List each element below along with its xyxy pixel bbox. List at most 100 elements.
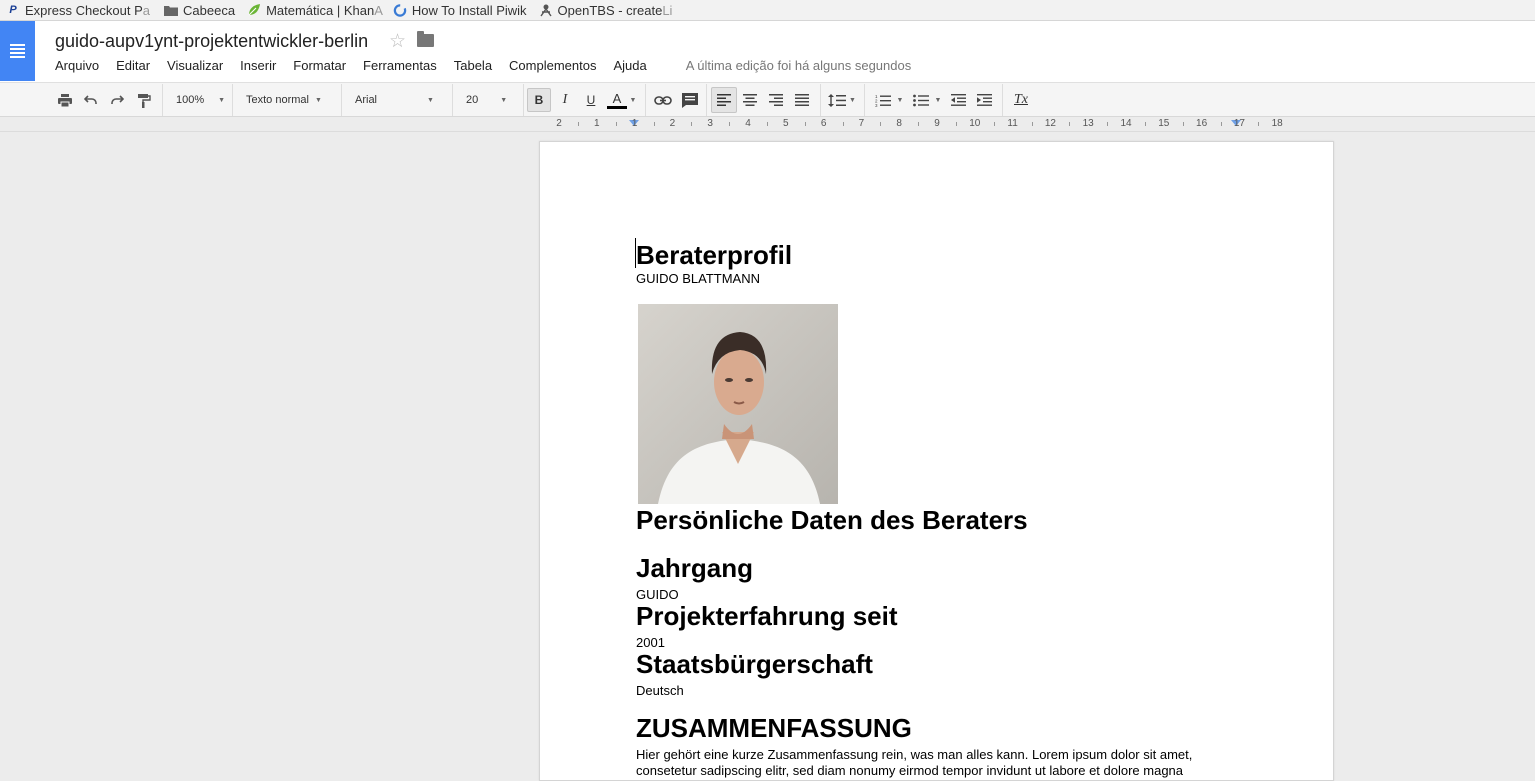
ruler-tick	[955, 122, 957, 126]
doc-title: Beraterprofil	[636, 240, 793, 270]
menu-tabela[interactable]: Tabela	[454, 58, 492, 73]
text-color-letter: A	[612, 90, 622, 106]
ruler-number: 1	[631, 118, 638, 129]
underline-button[interactable]: U	[582, 83, 600, 117]
menu-editar[interactable]: Editar	[116, 58, 150, 73]
field-label-staatsbuergerschaft: Staatsbürgerschaft	[636, 649, 873, 679]
clear-formatting-icon[interactable]: Tx	[1010, 83, 1032, 117]
bulleted-list-icon[interactable]: ▼	[910, 83, 944, 117]
ruler-tick	[804, 122, 806, 126]
comment-icon[interactable]	[680, 83, 700, 117]
ruler-tick	[993, 122, 995, 126]
font-select[interactable]: Arial ▼	[355, 83, 445, 117]
ruler-number: 16	[1196, 118, 1208, 129]
ruler-tick	[880, 122, 882, 126]
clear-formatting-label: Tx	[1014, 92, 1028, 107]
menu-complementos[interactable]: Complementos	[509, 58, 596, 73]
print-icon[interactable]	[55, 83, 75, 117]
ruler-number: 15	[1158, 118, 1170, 129]
field-label-jahrgang: Jahrgang	[636, 553, 754, 583]
text-color-button[interactable]: A	[606, 83, 628, 117]
italic-button[interactable]: I	[556, 83, 574, 117]
docs-logo-icon[interactable]	[0, 21, 35, 81]
ruler-number: 11	[1007, 118, 1018, 129]
ruler-tick	[615, 122, 617, 126]
ruler-tick	[1031, 122, 1033, 126]
summary-line-2: consetetur sadipscing elitr, sed diam no…	[636, 763, 1184, 778]
bookmarks-bar: P Express Checkout Pa Cabeeca Matemática…	[0, 0, 1535, 21]
align-left-button[interactable]	[711, 87, 737, 113]
numbered-list-icon[interactable]: 123 ▼	[872, 83, 906, 117]
redo-icon[interactable]	[107, 83, 127, 117]
decrease-indent-icon[interactable]	[948, 83, 968, 117]
menu-formatar[interactable]: Formatar	[293, 58, 346, 73]
line-spacing-icon[interactable]: ▼	[826, 83, 858, 117]
paragraph-style-select[interactable]: Texto normal ▼	[246, 83, 336, 117]
ruler-number: 3	[707, 118, 713, 129]
chevron-down-icon: ▼	[427, 96, 434, 104]
increase-indent-icon[interactable]	[974, 83, 994, 117]
link-icon[interactable]	[652, 83, 674, 117]
ruler-number: 10	[969, 118, 981, 129]
ruler-tick	[577, 122, 579, 126]
undo-icon[interactable]	[81, 83, 101, 117]
consultant-photo[interactable]	[638, 304, 838, 504]
align-right-button[interactable]	[766, 83, 786, 117]
font-value: Arial	[355, 94, 378, 106]
opentbs-icon	[539, 3, 553, 17]
paint-format-icon[interactable]	[134, 83, 154, 117]
bookmark-label: OpenTBS - create	[557, 2, 663, 18]
bookmark-piwik[interactable]: How To Install Piwik	[393, 3, 527, 18]
piwik-icon	[393, 3, 407, 17]
docs-header: guido-aupv1ynt-projektentwickler-berlin …	[0, 21, 1535, 82]
bookmark-label: Cabeeca	[183, 2, 236, 18]
ruler-number: 2	[556, 118, 562, 129]
folder-icon	[164, 3, 179, 17]
align-center-button[interactable]	[740, 83, 760, 117]
bookmark-paypal[interactable]: P Express Checkout Pa	[6, 3, 150, 18]
menu-visualizar[interactable]: Visualizar	[167, 58, 223, 73]
menu-arquivo[interactable]: Arquivo	[55, 58, 99, 73]
ruler-number: 2	[669, 118, 676, 129]
chevron-down-icon: ▼	[500, 96, 508, 104]
bold-button[interactable]: B	[527, 88, 551, 112]
text-color-swatch	[607, 105, 627, 109]
chevron-down-icon[interactable]: ▼	[629, 83, 637, 117]
summary-line-1: Hier gehört eine kurze Zusammenfassung r…	[636, 747, 1193, 762]
ruler-number: 5	[783, 118, 789, 129]
ruler-tick	[1069, 122, 1071, 126]
ruler-tick	[1182, 122, 1184, 126]
ruler-number: 4	[745, 118, 751, 129]
bookmark-khan[interactable]: Matemática | Khan A	[247, 3, 383, 18]
leaf-icon	[247, 3, 261, 17]
ruler-number: 7	[858, 118, 865, 129]
ruler-number: 6	[820, 118, 827, 129]
menu-ajuda[interactable]: Ajuda	[613, 58, 646, 73]
last-edit-status[interactable]: A última edição foi há alguns segundos	[686, 58, 912, 73]
menu-ferramentas[interactable]: Ferramentas	[363, 58, 437, 73]
ruler-tick	[766, 122, 768, 126]
field-value-staatsbuergerschaft: Deutsch	[636, 683, 684, 698]
ruler-number: 14	[1120, 118, 1132, 129]
ruler-tick	[1144, 122, 1146, 126]
star-icon[interactable]: ☆	[389, 30, 406, 53]
bookmark-label: How To Install Piwik	[411, 2, 527, 18]
bookmark-opentbs[interactable]: OpenTBS - create Li	[539, 2, 672, 18]
style-value: Texto normal	[246, 94, 309, 106]
section-heading-personal: Persönliche Daten des Beraters	[636, 505, 1028, 535]
field-label-projekterfahrung: Projekterfahrung seit	[636, 601, 898, 631]
document-page[interactable]: Beraterprofil GUIDO BLATTMANN Persönlich…	[539, 141, 1334, 781]
ruler-number: 13	[1082, 118, 1094, 129]
font-size-select[interactable]: 20 ▼	[466, 83, 518, 117]
document-title[interactable]: guido-aupv1ynt-projektentwickler-berlin	[55, 31, 368, 52]
ruler-tick	[918, 122, 920, 126]
folder-icon[interactable]	[417, 31, 434, 47]
ruler-number: 9	[934, 118, 940, 129]
zoom-value: 100%	[176, 94, 205, 106]
zoom-select[interactable]: 100% ▼	[176, 83, 228, 117]
bookmark-cabeeca[interactable]: Cabeeca	[164, 3, 235, 18]
justify-button[interactable]	[792, 83, 812, 117]
menu-bar: Arquivo Editar Visualizar Inserir Format…	[55, 58, 911, 73]
ruler-tick	[691, 122, 693, 126]
menu-inserir[interactable]: Inserir	[240, 58, 276, 73]
